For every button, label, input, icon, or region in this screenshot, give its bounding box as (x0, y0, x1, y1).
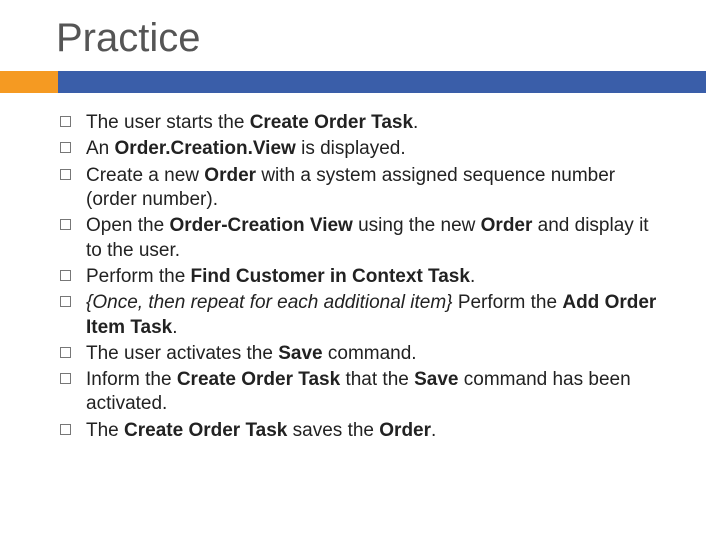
text-segment: that the (340, 369, 414, 390)
list-item: The user activates the Save command. (60, 342, 668, 366)
text-segment: Order-Creation View (169, 215, 352, 236)
text-segment: Create Order Task (124, 420, 287, 441)
text-segment: Open the (86, 215, 169, 236)
text-segment: using the new (353, 215, 481, 236)
text-segment: Find Customer in Context Task (191, 266, 470, 287)
text-segment: . (413, 112, 418, 133)
accent-orange (0, 71, 58, 93)
text-segment: . (470, 266, 475, 287)
text-segment: is displayed. (296, 138, 406, 159)
text-segment: The user starts the (86, 112, 250, 133)
text-segment: Save (414, 369, 458, 390)
text-segment: command. (323, 343, 417, 364)
text-segment: Order (204, 165, 256, 186)
text-segment: Order (379, 420, 431, 441)
accent-band (0, 71, 720, 93)
text-segment: Create Order Task (250, 112, 413, 133)
text-segment: The user activates the (86, 343, 278, 364)
text-segment: . (431, 420, 436, 441)
text-segment: Perform the (86, 266, 191, 287)
text-segment: Order (481, 215, 533, 236)
list-item: {Once, then repeat for each additional i… (60, 291, 668, 340)
list-item: Create a new Order with a system assigne… (60, 164, 668, 213)
list-item: Open the Order-Creation View using the n… (60, 214, 668, 263)
text-segment: Order.Creation.View (115, 138, 296, 159)
text-segment: saves the (287, 420, 379, 441)
slide: Practice The user starts the Create Orde… (0, 0, 720, 540)
text-segment: {Once, then repeat for each additional i… (86, 292, 458, 313)
text-segment: Create a new (86, 165, 204, 186)
list-item: The Create Order Task saves the Order. (60, 419, 668, 443)
text-segment: Inform the (86, 369, 177, 390)
bullet-list: The user starts the Create Order Task.An… (60, 111, 668, 443)
text-segment: The (86, 420, 124, 441)
text-segment: Perform the (458, 292, 563, 313)
list-item: The user starts the Create Order Task. (60, 111, 668, 135)
text-segment: . (172, 317, 177, 338)
list-item: An Order.Creation.View is displayed. (60, 137, 668, 161)
accent-blue (58, 71, 706, 93)
text-segment: An (86, 138, 115, 159)
slide-title: Practice (0, 0, 720, 71)
text-segment: Create Order Task (177, 369, 340, 390)
content-area: The user starts the Create Order Task.An… (0, 93, 720, 443)
list-item: Inform the Create Order Task that the Sa… (60, 368, 668, 417)
text-segment: Save (278, 343, 322, 364)
list-item: Perform the Find Customer in Context Tas… (60, 265, 668, 289)
